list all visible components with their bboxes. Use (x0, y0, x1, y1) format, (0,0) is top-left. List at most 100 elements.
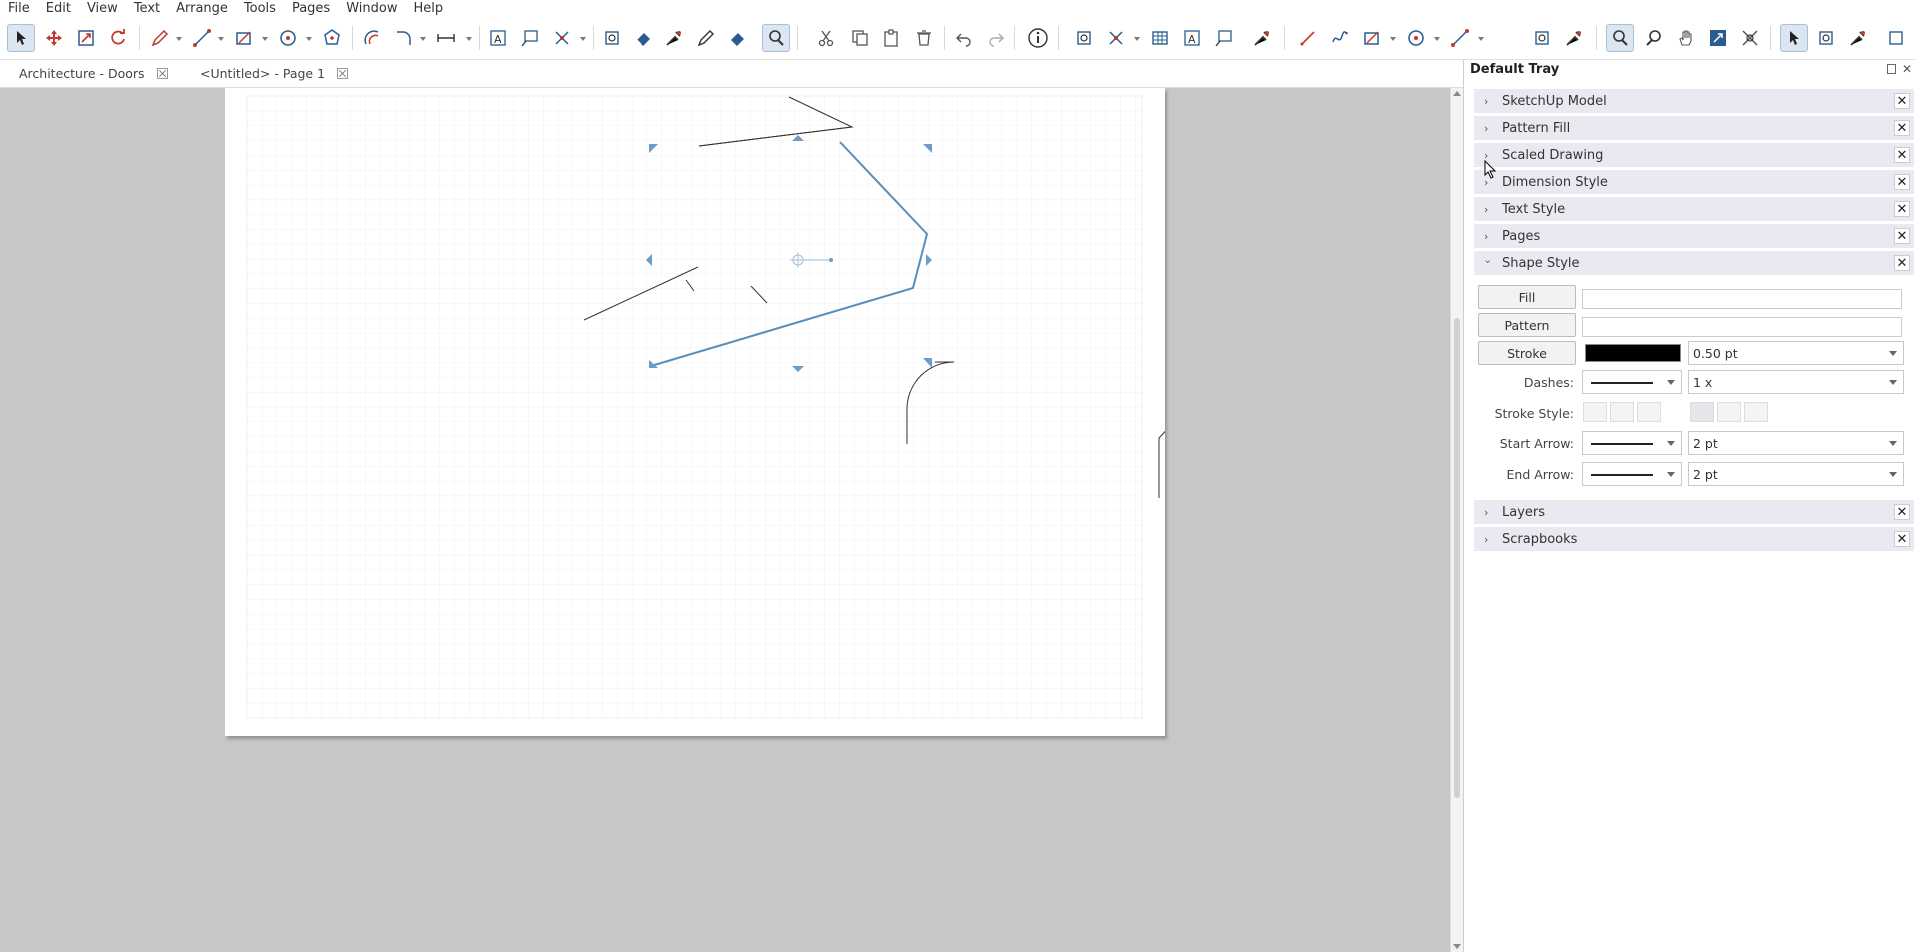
zoom-out-icon[interactable] (1640, 24, 1668, 52)
freehand-tool-icon[interactable] (1326, 24, 1354, 52)
menu-text[interactable]: Text (126, 0, 168, 17)
split-tool-icon[interactable] (548, 24, 576, 52)
offset-tool-icon[interactable] (358, 24, 386, 52)
menu-window[interactable]: Window (338, 0, 405, 17)
panel-layers[interactable]: › Layers ✕ (1474, 500, 1914, 524)
scale-tool-icon[interactable] (72, 24, 100, 52)
undo-icon[interactable] (950, 24, 978, 52)
polygon-tool-icon[interactable] (318, 24, 346, 52)
panel-shape-style[interactable]: › Shape Style ✕ (1474, 251, 1914, 275)
style-tool-icon[interactable] (724, 24, 752, 52)
pencil-tool-2-icon[interactable] (1294, 24, 1322, 52)
panel-text-style[interactable]: › Text Style ✕ (1474, 197, 1914, 221)
pin-tray-icon[interactable] (1887, 64, 1896, 74)
text-tool-icon[interactable]: A (484, 24, 512, 52)
sample-tool-4-icon[interactable] (1844, 24, 1872, 52)
end-arrow-style-select[interactable] (1582, 462, 1682, 486)
paste-icon[interactable] (878, 24, 906, 52)
explode-tool-4-icon[interactable] (1812, 24, 1840, 52)
end-arrow-size-select[interactable]: 2 pt (1688, 462, 1904, 486)
split-tool-2-icon[interactable] (1102, 24, 1130, 52)
circle-tool-2-icon[interactable] (1402, 24, 1430, 52)
close-tab-icon[interactable] (156, 68, 168, 79)
fillet-tool-icon[interactable] (390, 24, 418, 52)
bevel-join-icon[interactable] (1744, 402, 1768, 422)
start-arrow-style-select[interactable] (1582, 431, 1682, 455)
fill-button[interactable]: Fill (1478, 285, 1576, 309)
more-tools-icon[interactable] (1882, 24, 1910, 52)
circle-tool-icon[interactable] (274, 24, 302, 52)
copy-icon[interactable] (846, 24, 874, 52)
explode-tool-2-icon[interactable] (1070, 24, 1098, 52)
rectangle-tool-icon[interactable] (230, 24, 258, 52)
eraser-tool-icon[interactable] (630, 24, 658, 52)
menu-pages[interactable]: Pages (284, 0, 338, 17)
close-panel-icon[interactable]: ✕ (1894, 201, 1910, 217)
dimension-tool-icon[interactable] (432, 24, 460, 52)
pattern-swatch[interactable] (1582, 317, 1902, 337)
panel-scrapbooks[interactable]: › Scrapbooks ✕ (1474, 527, 1914, 551)
label-tool-icon[interactable] (516, 24, 544, 52)
select-tool-2-icon[interactable] (1780, 24, 1808, 52)
stroke-button[interactable]: Stroke (1478, 341, 1576, 365)
square-cap-icon[interactable] (1637, 402, 1661, 422)
close-panel-icon[interactable]: ✕ (1894, 174, 1910, 190)
dash-scale-select[interactable]: 1 x (1688, 370, 1904, 394)
pan-icon[interactable] (1672, 24, 1700, 52)
explode-tool-3-icon[interactable] (1528, 24, 1556, 52)
close-panel-icon[interactable]: ✕ (1894, 255, 1910, 271)
menu-help[interactable]: Help (405, 0, 451, 17)
menu-tools[interactable]: Tools (236, 0, 284, 17)
round-join-icon[interactable] (1717, 402, 1741, 422)
page-drawing[interactable] (225, 88, 1255, 736)
paint-tool-icon[interactable] (692, 24, 720, 52)
fill-color-swatch[interactable] (1582, 289, 1902, 309)
info-icon[interactable] (1024, 24, 1052, 52)
rectangle-tool-2-icon[interactable] (1358, 24, 1386, 52)
tab-architecture-doors[interactable]: Architecture - Doors (19, 60, 168, 87)
panel-sketchup-model[interactable]: › SketchUp Model ✕ (1474, 89, 1914, 113)
rotate-tool-icon[interactable] (104, 24, 132, 52)
line-tool-icon[interactable] (188, 24, 216, 52)
close-tab-icon[interactable] (337, 68, 349, 79)
panel-pages[interactable]: › Pages ✕ (1474, 224, 1914, 248)
line-tool-2-icon[interactable] (1446, 24, 1474, 52)
menu-view[interactable]: View (79, 0, 126, 17)
canvas-vertical-scrollbar[interactable] (1450, 88, 1464, 952)
close-panel-icon[interactable]: ✕ (1894, 120, 1910, 136)
close-tray-icon[interactable]: ✕ (1902, 62, 1912, 76)
miter-join-icon[interactable] (1690, 402, 1714, 422)
scrollbar-thumb[interactable] (1454, 318, 1460, 798)
label-tool-2-icon[interactable] (1210, 24, 1238, 52)
cut-icon[interactable] (812, 24, 840, 52)
close-panel-icon[interactable]: ✕ (1894, 531, 1910, 547)
butt-cap-icon[interactable] (1583, 402, 1607, 422)
close-panel-icon[interactable]: ✕ (1894, 228, 1910, 244)
text-tool-2-icon[interactable]: A (1178, 24, 1206, 52)
explode-tool-icon[interactable] (598, 24, 626, 52)
panel-dimension-style[interactable]: › Dimension Style ✕ (1474, 170, 1914, 194)
fit-page-icon[interactable] (1736, 24, 1764, 52)
round-cap-icon[interactable] (1610, 402, 1634, 422)
sample-tool-3-icon[interactable] (1560, 24, 1588, 52)
zoom-window-tool-icon[interactable] (762, 24, 790, 52)
page-sheet[interactable] (225, 88, 1255, 736)
chamfer-shape[interactable] (1158, 385, 1255, 498)
stroke-width-select[interactable]: 0.50 pt (1688, 341, 1904, 365)
panel-pattern-fill[interactable]: › Pattern Fill ✕ (1474, 116, 1914, 140)
drawing-canvas[interactable] (0, 88, 1450, 952)
delete-icon[interactable] (910, 24, 938, 52)
zoom-icon[interactable] (1606, 24, 1634, 52)
select-tool-icon[interactable] (7, 24, 35, 52)
menu-edit[interactable]: Edit (38, 0, 79, 17)
table-tool-icon[interactable] (1146, 24, 1174, 52)
tab-untitled-page-1[interactable]: <Untitled> - Page 1 (200, 60, 349, 87)
menu-file[interactable]: File (0, 0, 38, 17)
move-tool-icon[interactable] (40, 24, 68, 52)
scroll-down-icon[interactable] (1453, 944, 1461, 949)
stroke-color-swatch[interactable] (1585, 344, 1681, 362)
close-panel-icon[interactable]: ✕ (1894, 93, 1910, 109)
panel-scaled-drawing[interactable]: › Scaled Drawing ✕ (1474, 143, 1914, 167)
sample-tool-2-icon[interactable] (1248, 24, 1276, 52)
start-arrow-size-select[interactable]: 2 pt (1688, 431, 1904, 455)
